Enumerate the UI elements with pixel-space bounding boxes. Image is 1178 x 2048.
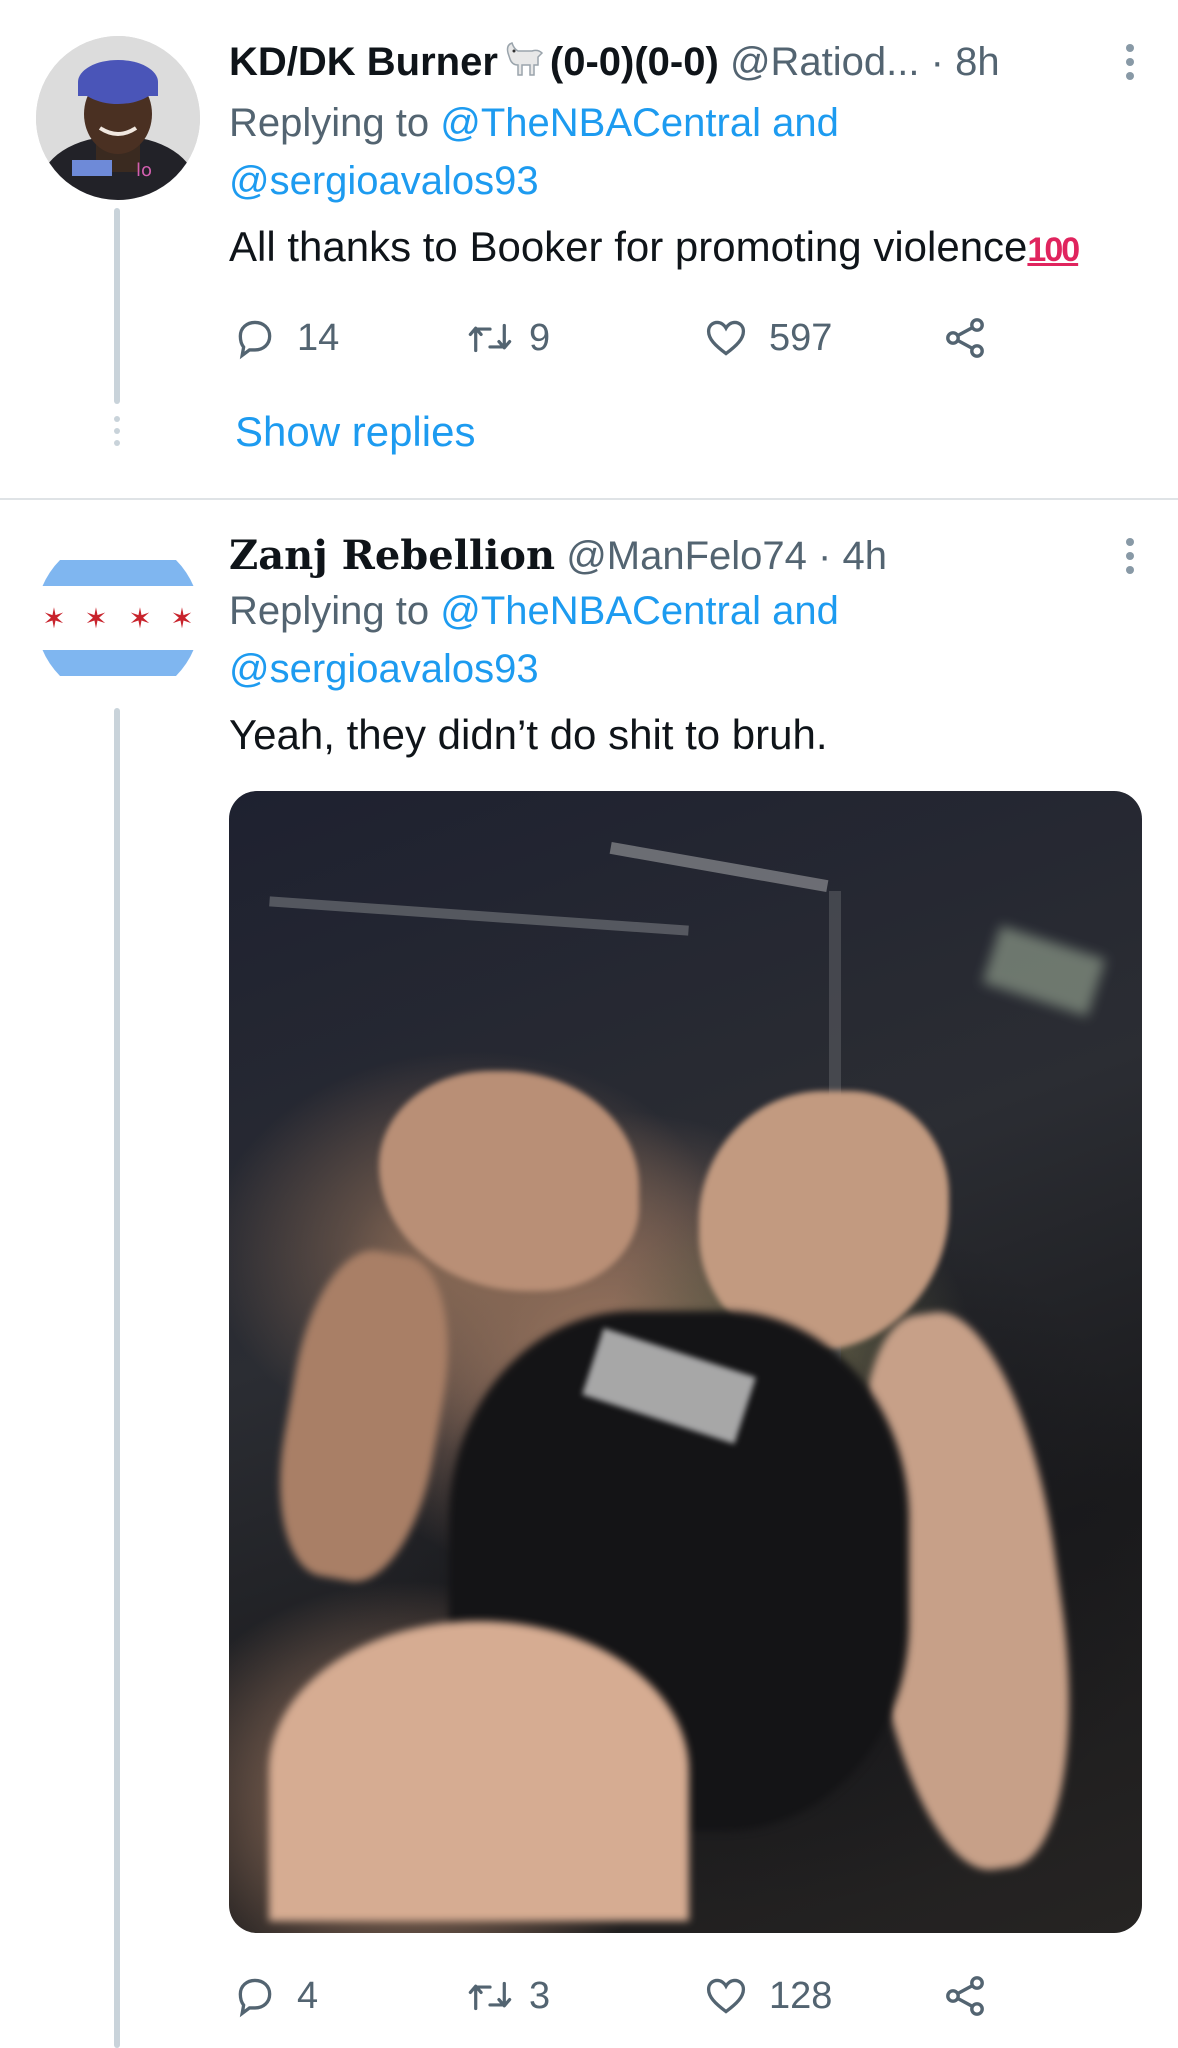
reply-count: 14 xyxy=(297,316,340,359)
media-hand xyxy=(379,1071,639,1291)
tweet-2[interactable]: ✶ ✶ ✶ ✶ Zanj Rebellion @ManFelo74 · 4h R… xyxy=(0,500,1178,2048)
thread-line xyxy=(114,208,120,404)
like-count: 597 xyxy=(769,316,833,359)
display-name[interactable]: Zanj Rebellion xyxy=(229,532,555,579)
svg-text:✶: ✶ xyxy=(84,602,107,635)
show-replies-link[interactable]: Show replies xyxy=(235,408,475,456)
tweet-header: Zanj Rebellion @ManFelo74 · 4h xyxy=(229,530,1142,582)
replying-to: Replying to @TheNBACentral and @sergioav… xyxy=(229,582,1142,698)
tweet-actions: 14 9 597 xyxy=(229,308,1029,368)
media-leg xyxy=(269,1621,689,1921)
tweet-text: Yeah, they didn’t do shit to bruh. xyxy=(229,711,828,758)
retweet-count: 9 xyxy=(529,316,551,359)
reply-icon xyxy=(238,320,272,360)
display-name[interactable]: KD/DK Burner xyxy=(229,40,498,84)
media-light xyxy=(982,925,1106,1017)
media-arm xyxy=(261,1240,467,1592)
goat-icon xyxy=(502,41,546,94)
reply-button[interactable]: 4 xyxy=(233,1966,318,2026)
thread-line xyxy=(114,708,120,2048)
retweet-icon xyxy=(468,1981,512,2011)
tweet-body: KD/DK Burner (0-0)(0-0) @Ratiod... · 8h … xyxy=(229,36,1142,279)
replying-to-link-1[interactable]: @TheNBACentral and xyxy=(440,101,839,145)
share-icon xyxy=(946,318,984,358)
reply-icon xyxy=(238,1978,272,2018)
tweet-actions: 4 3 128 xyxy=(229,1966,1029,2026)
timestamp[interactable]: · 4h xyxy=(818,534,887,578)
replying-to-link-2[interactable]: @sergioavalos93 xyxy=(229,159,539,203)
heart-icon xyxy=(706,320,746,356)
replying-prefix: Replying to xyxy=(229,101,430,145)
share-button[interactable] xyxy=(941,1966,989,2026)
handle[interactable]: @ManFelo74 xyxy=(566,534,807,578)
tweet-media-image[interactable] xyxy=(229,791,1142,1933)
reply-count: 4 xyxy=(297,1974,319,2017)
replying-to: Replying to @TheNBACentral and @sergioav… xyxy=(229,94,1142,210)
retweet-count: 3 xyxy=(529,1974,551,2017)
replying-to-link-2[interactable]: @sergioavalos93 xyxy=(229,647,539,691)
replying-prefix: Replying to xyxy=(229,589,430,633)
tweet-text-content: All thanks to Booker for promoting viole… xyxy=(229,223,1028,270)
retweet-icon xyxy=(468,323,512,353)
retweet-button[interactable]: 9 xyxy=(465,308,550,368)
like-count: 128 xyxy=(769,1974,833,2017)
tweet-1[interactable]: lo KD/DK Burner (0-0)(0-0) @Ratiod... · … xyxy=(0,0,1178,498)
tweet-header: KD/DK Burner (0-0)(0-0) @Ratiod... · 8h xyxy=(229,36,1142,94)
svg-text:✶: ✶ xyxy=(170,602,193,635)
avatar[interactable]: ✶ ✶ ✶ ✶ xyxy=(36,536,200,700)
media-railing xyxy=(609,841,829,893)
thread-dots xyxy=(110,416,124,452)
timestamp[interactable]: · 8h xyxy=(931,40,1000,84)
more-vertical-icon[interactable] xyxy=(1118,538,1142,580)
hundred-points-emoji: 100 xyxy=(1027,231,1080,269)
svg-text:✶: ✶ xyxy=(42,602,65,635)
chicago-flag-avatar: ✶ ✶ ✶ ✶ xyxy=(36,536,200,700)
like-button[interactable]: 128 xyxy=(703,1966,832,2026)
media-railing xyxy=(269,896,689,936)
like-button[interactable]: 597 xyxy=(703,308,832,368)
name-suffix: (0-0)(0-0) xyxy=(549,40,719,84)
avatar-photo: lo xyxy=(36,36,200,200)
tweet-text: All thanks to Booker for promoting viole… xyxy=(229,218,1142,279)
replying-to-link-1[interactable]: @TheNBACentral and xyxy=(440,589,839,633)
svg-text:lo: lo xyxy=(136,160,152,181)
heart-icon xyxy=(706,1978,746,2014)
tweet-body: Zanj Rebellion @ManFelo74 · 4h Replying … xyxy=(229,530,1142,764)
retweet-button[interactable]: 3 xyxy=(465,1966,550,2026)
avatar[interactable]: lo xyxy=(36,36,200,200)
more-vertical-icon[interactable] xyxy=(1118,44,1142,86)
svg-text:✶: ✶ xyxy=(128,602,151,635)
handle[interactable]: @Ratiod... xyxy=(730,40,920,84)
share-button[interactable] xyxy=(941,308,989,368)
reply-button[interactable]: 14 xyxy=(233,308,339,368)
share-icon xyxy=(946,1976,984,2016)
